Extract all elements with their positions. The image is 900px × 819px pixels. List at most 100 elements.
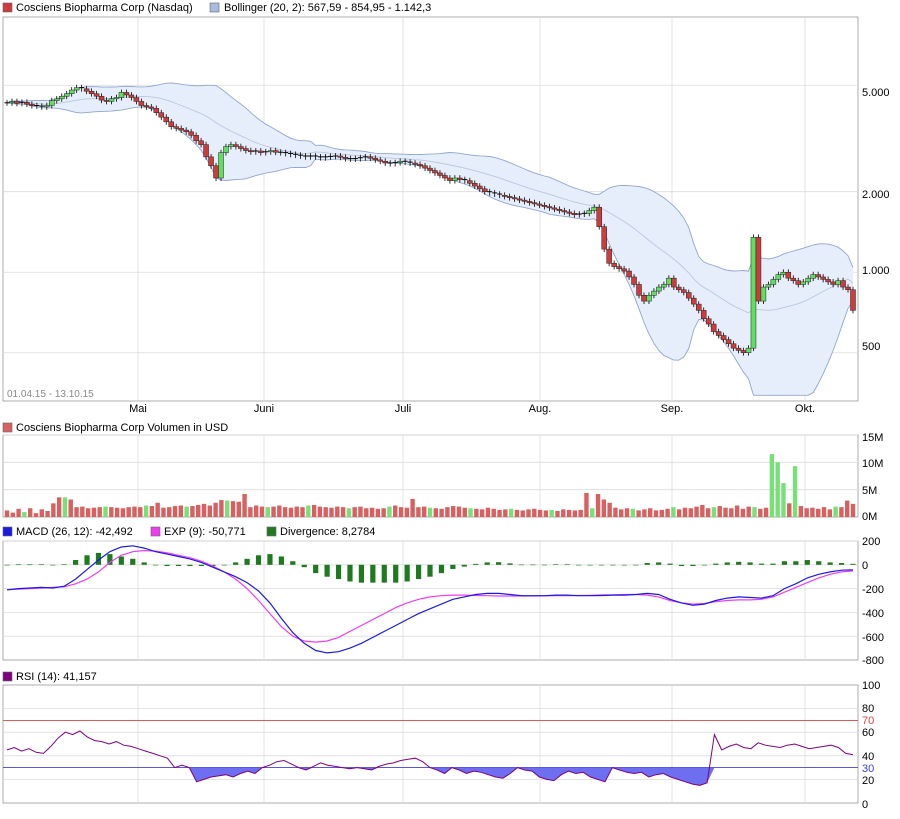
volume-bar [775,462,780,517]
volume-bar [109,507,114,517]
volume-tick-5m: 5M [862,485,877,497]
candle-body [715,331,722,336]
candle-body [666,277,672,285]
divergence-legend-swatch [266,526,277,537]
volume-bar [514,509,520,517]
divergence-bar [804,560,810,565]
candle-body [238,146,244,149]
volume-bar [578,509,583,517]
divergence-bar [781,561,788,565]
x-tick-aug: Aug. [529,403,552,415]
candle-body [397,160,403,163]
volume-bar [178,505,184,517]
volume-bar [850,503,856,517]
volume-bar [265,507,270,517]
volume-bar [491,508,496,517]
volume-bar [120,508,126,517]
divergence-bar [358,564,365,583]
volume-bar [613,507,618,517]
candle-body [98,95,105,101]
candle-body [705,318,712,325]
candle-body [437,172,443,176]
rsi-tick-100: 100 [862,680,880,692]
candle-body [148,106,155,109]
volume-bar [161,507,166,517]
volume-bar [190,506,195,517]
candle-body [258,150,264,153]
candle-body [128,94,135,98]
divergence-bar [667,563,673,565]
divergence-bar [713,563,719,565]
volume-bar [810,507,815,517]
candle-body [248,150,254,153]
candle-body [427,167,433,171]
rsi-tick-60: 60 [862,727,874,739]
divergence-bar [541,564,547,566]
volume-bar [364,508,369,517]
volume-bar [474,508,479,517]
volume-bar [16,508,21,517]
candle-body [526,201,533,203]
divergence-bar [564,564,570,565]
volume-legend-label: Cosciens Biopharma Corp Volumen in USD [16,422,228,434]
candle-body [621,268,627,272]
candle-body [800,281,806,285]
candle-body [571,213,578,216]
divergence-bar [244,558,250,565]
divergence-bar [290,561,296,565]
volume-bar [781,483,786,517]
macd-tick-200: 200 [862,536,880,548]
x-tick-mai: Mai [129,403,147,415]
candle-body [342,157,349,159]
volume-bar [839,507,844,517]
volume-bar [845,500,850,517]
divergence-bar [690,564,696,566]
divergence-bar [793,561,799,565]
candle-body [676,286,682,290]
rsi-level-70-label: 70 [862,715,874,727]
bollinger-legend-swatch [209,2,220,13]
candle-body [681,289,687,293]
candle-body [467,180,473,184]
price-tick-5000: 5.000 [862,87,890,99]
macd-tick-m800: -800 [862,655,884,667]
candle-body [765,284,772,288]
candle-body [377,159,383,162]
candle-body [531,202,538,205]
volume-bar [630,508,636,517]
volume-bar [10,512,15,517]
volume-bar [271,506,276,517]
divergence-bar [701,564,707,566]
bollinger-legend-label: Bollinger (20, 2): 567,59 - 854,95 - 1.1… [224,2,431,14]
volume-bar [97,507,102,517]
divergence-bar [267,554,273,565]
rsi-legend-label: RSI (14): 41,157 [16,671,97,683]
candle-body [501,194,508,197]
volume-bar [700,504,705,517]
candle-body [457,177,463,180]
volume-bar [196,504,201,517]
divergence-bar [621,564,627,566]
candle-body [830,281,836,285]
divergence-bar [153,564,159,566]
candle-body [412,162,418,165]
volume-bar [294,506,299,517]
volume-bar [619,509,624,517]
rsi-tick-20: 20 [862,775,874,787]
candle-body [337,155,344,158]
divergence-bar [427,564,433,577]
divergence-bar [404,564,410,582]
candle-body [626,270,632,278]
volume-bar [497,509,502,517]
candle-body [477,185,483,190]
volume-bar [427,507,433,517]
stock-chart-svg: Cosciens Biopharma Corp (Nasdaq) Bolling… [2,2,890,811]
divergence-bar [850,563,856,565]
divergence-bar [313,564,319,574]
divergence-bar [84,555,90,565]
volume-bar [149,506,155,517]
volume-bar [607,502,612,517]
x-tick-okt: Okt. [795,403,815,415]
candle-body [646,295,652,302]
divergence-bar [633,564,639,566]
